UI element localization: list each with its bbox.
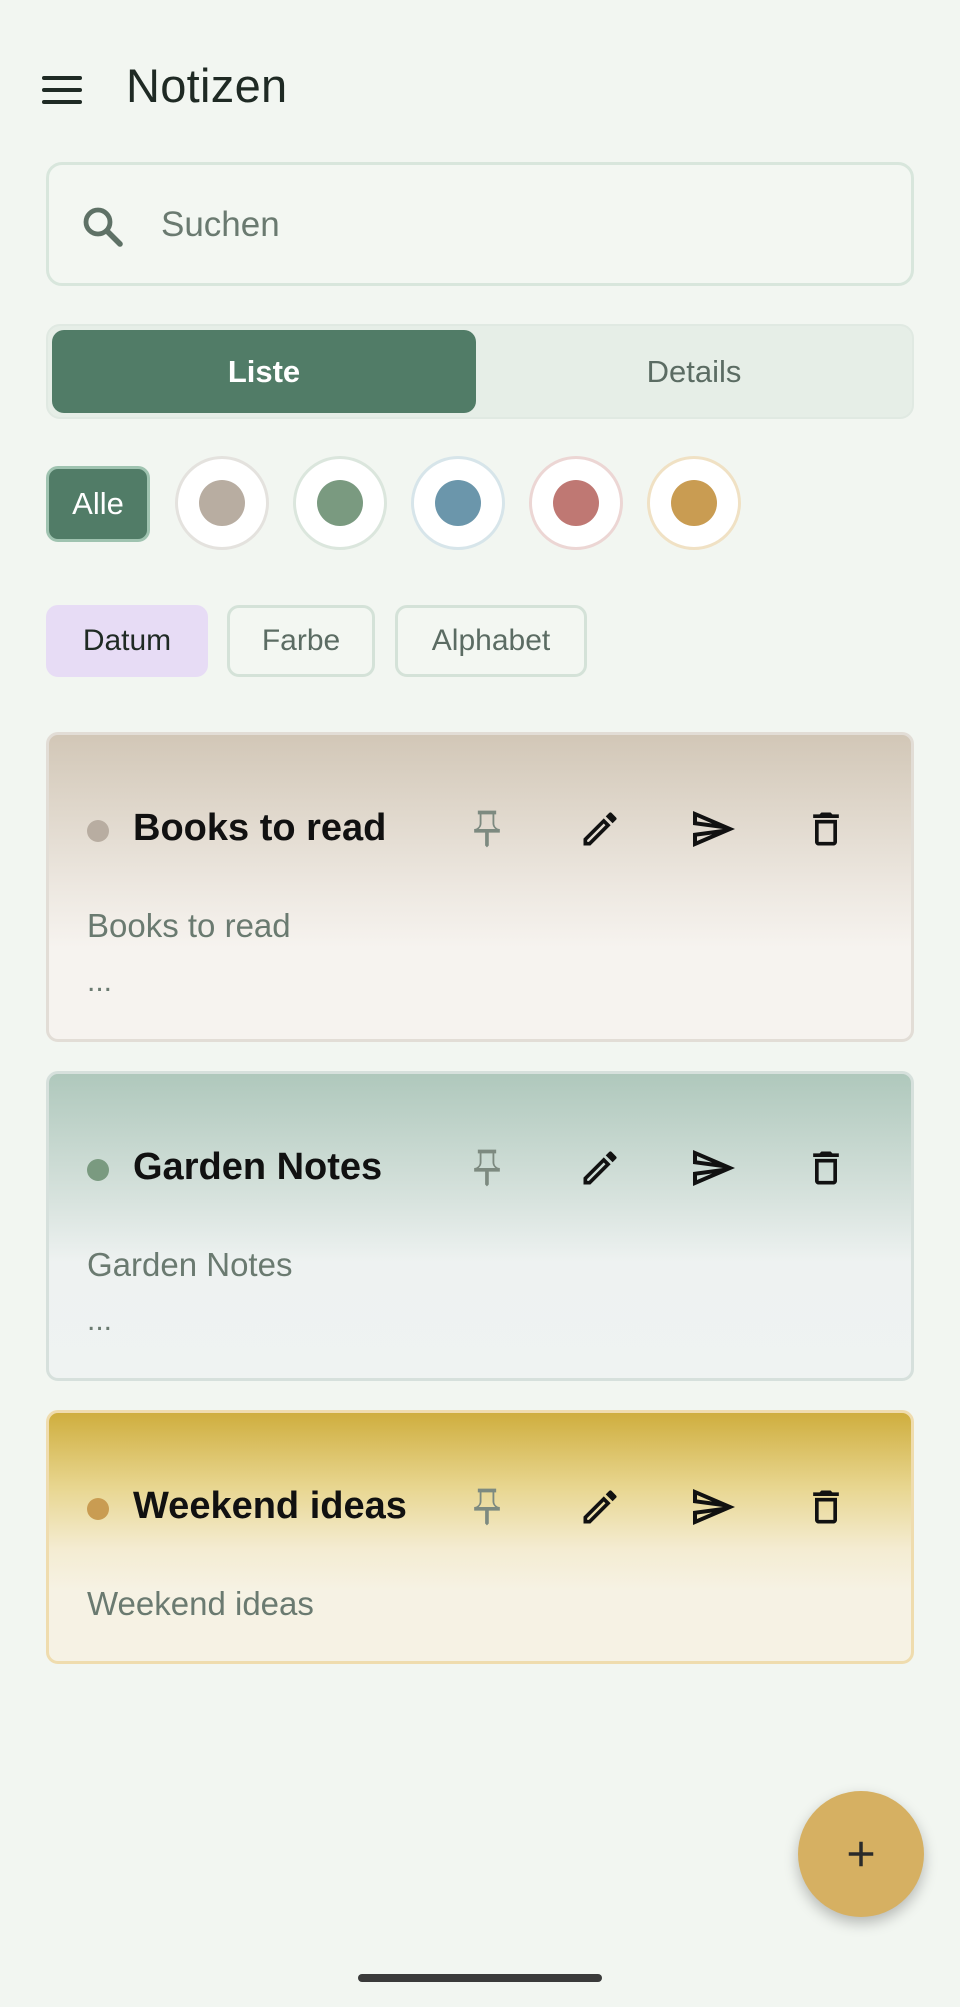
note-preview: Weekend ideas — [87, 1585, 314, 1622]
notes-screen: Notizen Liste Details Alle Datum Farbe A… — [0, 0, 960, 2007]
note-color-dot — [87, 820, 109, 842]
view-toggle: Liste Details — [46, 324, 914, 419]
note-title: Books to read — [133, 807, 387, 849]
plus-icon — [848, 1841, 874, 1867]
trash-icon[interactable] — [798, 1479, 854, 1535]
color-filter-swatch[interactable] — [529, 456, 623, 550]
note-more-indicator: ... — [87, 1304, 113, 1337]
pin-icon[interactable] — [459, 1140, 515, 1196]
color-filter-swatch[interactable] — [175, 456, 269, 550]
color-filter-swatch[interactable] — [647, 456, 741, 550]
note-card[interactable]: Weekend ideas Weekend ideas — [46, 1410, 914, 1664]
home-indicator[interactable] — [358, 1974, 602, 1982]
pencil-icon[interactable] — [572, 801, 628, 857]
note-color-dot — [87, 1159, 109, 1181]
color-swatch-dot — [317, 480, 363, 526]
pin-icon[interactable] — [459, 801, 515, 857]
trash-icon[interactable] — [798, 1140, 854, 1196]
toggle-details-button[interactable]: Details — [478, 330, 910, 413]
note-preview: Books to read — [87, 907, 291, 944]
search-input[interactable] — [161, 195, 861, 255]
note-card[interactable]: Books to read Books to read ... — [46, 732, 914, 1042]
note-title: Garden Notes — [133, 1146, 383, 1188]
menu-icon[interactable] — [40, 70, 86, 110]
pencil-icon[interactable] — [572, 1140, 628, 1196]
note-color-dot — [87, 1498, 109, 1520]
send-icon[interactable] — [685, 1479, 741, 1535]
note-card[interactable]: Garden Notes Garden Notes ... — [46, 1071, 914, 1381]
color-swatch-dot — [199, 480, 245, 526]
pencil-icon[interactable] — [572, 1479, 628, 1535]
note-title: Weekend ideas — [133, 1485, 407, 1527]
note-more-indicator: ... — [87, 965, 113, 998]
search-box[interactable] — [46, 162, 914, 286]
note-preview: Garden Notes — [87, 1246, 293, 1283]
color-filter-all[interactable]: Alle — [46, 466, 150, 542]
send-icon[interactable] — [685, 801, 741, 857]
add-note-button[interactable] — [798, 1791, 924, 1917]
pin-icon[interactable] — [459, 1479, 515, 1535]
send-icon[interactable] — [685, 1140, 741, 1196]
toggle-list-button[interactable]: Liste — [52, 330, 476, 413]
color-swatch-dot — [553, 480, 599, 526]
color-filter-swatch[interactable] — [293, 456, 387, 550]
color-swatch-dot — [435, 480, 481, 526]
app-bar: Notizen — [0, 0, 960, 175]
sort-chip-color[interactable]: Farbe — [227, 605, 375, 677]
sort-chip-alphabet[interactable]: Alphabet — [395, 605, 587, 677]
trash-icon[interactable] — [798, 801, 854, 857]
page-title: Notizen — [126, 59, 288, 112]
color-swatch-dot — [671, 480, 717, 526]
search-icon — [83, 207, 123, 247]
sort-chip-date[interactable]: Datum — [46, 605, 208, 677]
color-filter-swatch[interactable] — [411, 456, 505, 550]
